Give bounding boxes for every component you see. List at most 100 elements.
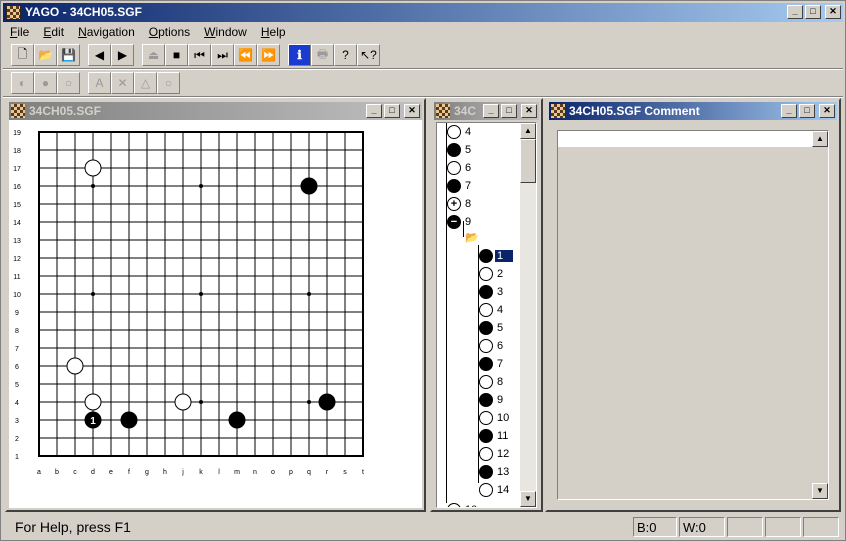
board-area[interactable]: 19 18 17 16 15 14 13 12 11 10 9 8 7 6 5 4 3 2 1 a b c d e f g h j k l… xyxy=(9,120,422,508)
tree-node[interactable]: 7 xyxy=(479,356,505,372)
tree-node[interactable]: 6 xyxy=(479,338,505,354)
tree-node[interactable]: +8 xyxy=(447,196,473,212)
white-stone[interactable] xyxy=(84,159,102,177)
scroll-thumb[interactable] xyxy=(520,139,536,183)
menu-options[interactable]: Options xyxy=(142,23,197,41)
menu-file[interactable]: File xyxy=(3,23,36,41)
last-move-button[interactable]: ⏭ xyxy=(211,44,234,66)
application-window: YAGO - 34CH05.SGF _ □ ✕ File Edit Navigati… xyxy=(0,0,846,541)
scroll-down-arrow-icon[interactable]: ▼ xyxy=(812,483,828,499)
tree-node[interactable]: 2 xyxy=(479,266,505,282)
tree-window: 34C _ □ ✕ 4567+8−9📂123456789101112131410… xyxy=(430,98,543,512)
context-help-button[interactable]: ↖? xyxy=(357,44,380,66)
back-button[interactable]: ◀ xyxy=(88,44,111,66)
tree-maximize-button[interactable]: □ xyxy=(501,104,517,118)
white-stone[interactable] xyxy=(66,357,84,375)
minimize-button[interactable]: _ xyxy=(787,5,803,19)
board-minimize-button[interactable]: _ xyxy=(366,104,382,118)
black-stone[interactable] xyxy=(120,411,138,429)
tree-window-icon[interactable] xyxy=(436,104,450,118)
tree-minimize-button[interactable]: _ xyxy=(483,104,499,118)
tree-node[interactable]: 4 xyxy=(479,302,505,318)
tree-node[interactable]: 9 xyxy=(479,392,505,408)
white-stone[interactable] xyxy=(174,393,192,411)
comment-scrollbar[interactable]: ▲ ▼ xyxy=(812,131,828,499)
star-point xyxy=(91,292,95,296)
menu-window[interactable]: Window xyxy=(197,23,254,41)
black-captures: B:0 xyxy=(633,517,677,537)
tree-node[interactable]: 5 xyxy=(447,142,473,158)
status-panel-empty xyxy=(727,517,763,537)
app-icon[interactable] xyxy=(6,5,21,20)
comment-close-button[interactable]: ✕ xyxy=(819,104,835,118)
maximize-button[interactable]: □ xyxy=(805,5,821,19)
tree-node[interactable]: −9 xyxy=(447,214,473,230)
mark-cross-button[interactable]: ✕ xyxy=(111,72,134,94)
board-close-button[interactable]: ✕ xyxy=(404,104,420,118)
white-stone[interactable] xyxy=(84,393,102,411)
menu-edit[interactable]: Edit xyxy=(36,23,71,41)
mark-circle-button[interactable]: ○ xyxy=(157,72,180,94)
stop-button[interactable]: ■ xyxy=(165,44,188,66)
tree-scrollbar[interactable]: ▲ ▼ xyxy=(520,123,536,507)
mark-triangle-button[interactable]: △ xyxy=(134,72,157,94)
tree-node[interactable]: 5 xyxy=(479,320,505,336)
scroll-up-arrow-icon[interactable]: ▲ xyxy=(812,131,828,147)
black-stone[interactable] xyxy=(300,177,318,195)
stone-white-button[interactable]: ○ xyxy=(57,72,80,94)
save-button[interactable]: 💾 xyxy=(57,44,80,66)
tree-node-label: 6 xyxy=(465,162,472,174)
tree-node[interactable]: 13 xyxy=(479,464,511,480)
forward-button[interactable]: ▶ xyxy=(111,44,134,66)
go-board[interactable]: 19181716151413121110987654321a b c d e f g h j k l… xyxy=(9,120,422,508)
game-tree[interactable]: 4567+8−9📂123456789101112131410 ▲ ▼ xyxy=(436,122,537,508)
menu-help[interactable]: Help xyxy=(254,23,293,41)
comment-window-icon[interactable] xyxy=(551,104,565,118)
white-stone-icon xyxy=(447,503,461,507)
tree-node[interactable]: 1 xyxy=(479,248,514,264)
comment-maximize-button[interactable]: □ xyxy=(799,104,815,118)
help-button[interactable]: ? xyxy=(334,44,357,66)
tree-node[interactable]: 14 xyxy=(479,482,511,498)
variation-folder-icon[interactable]: 📂 xyxy=(465,231,479,244)
tree-node[interactable]: 8 xyxy=(479,374,505,390)
fast-forward-button[interactable]: ⏩ xyxy=(257,44,280,66)
first-move-button[interactable]: ⏮ xyxy=(188,44,211,66)
tree-node[interactable]: 10 xyxy=(447,502,479,507)
scroll-down-arrow-icon[interactable]: ▼ xyxy=(520,491,536,507)
black-stone[interactable] xyxy=(228,411,246,429)
scroll-up-arrow-icon[interactable]: ▲ xyxy=(520,123,536,139)
mark-letter-button[interactable]: A xyxy=(88,72,111,94)
tree-node[interactable]: 10 xyxy=(479,410,511,426)
tree-node-label: 3 xyxy=(497,286,504,298)
tree-node[interactable]: 3 xyxy=(479,284,505,300)
column-label: n xyxy=(253,469,257,476)
tree-close-button[interactable]: ✕ xyxy=(521,104,537,118)
eject-button[interactable]: ⏏ xyxy=(142,44,165,66)
print-button[interactable]: 🖶 xyxy=(311,44,334,66)
new-file-button[interactable]: 🗋 xyxy=(11,44,34,66)
stone-mixed-button[interactable]: ◐ xyxy=(11,72,34,94)
comment-text[interactable] xyxy=(558,131,812,147)
tree-node[interactable]: 11 xyxy=(479,428,510,444)
context-help-icon: ↖? xyxy=(360,48,377,62)
tree-node-label: 4 xyxy=(497,304,504,316)
close-button[interactable]: ✕ xyxy=(825,5,841,19)
menu-navigation[interactable]: Navigation xyxy=(71,23,142,41)
tree-node[interactable]: 12 xyxy=(479,446,511,462)
comment-minimize-button[interactable]: _ xyxy=(781,104,797,118)
black-stone[interactable] xyxy=(318,393,336,411)
white-captures: W:0 xyxy=(679,517,725,537)
tree-node[interactable]: 6 xyxy=(447,160,473,176)
star-point xyxy=(307,400,311,404)
info-button[interactable]: ℹ xyxy=(288,44,311,66)
board-window-icon[interactable] xyxy=(11,104,25,118)
comment-textarea[interactable]: ▲ ▼ xyxy=(557,130,829,500)
tree-node[interactable]: 4 xyxy=(447,124,473,140)
title-bar: YAGO - 34CH05.SGF _ □ ✕ xyxy=(3,3,843,22)
open-folder-button[interactable]: 📂 xyxy=(34,44,57,66)
rewind-button[interactable]: ⏪ xyxy=(234,44,257,66)
stone-black-button[interactable]: ● xyxy=(34,72,57,94)
board-maximize-button[interactable]: □ xyxy=(384,104,400,118)
tree-node[interactable]: 7 xyxy=(447,178,473,194)
